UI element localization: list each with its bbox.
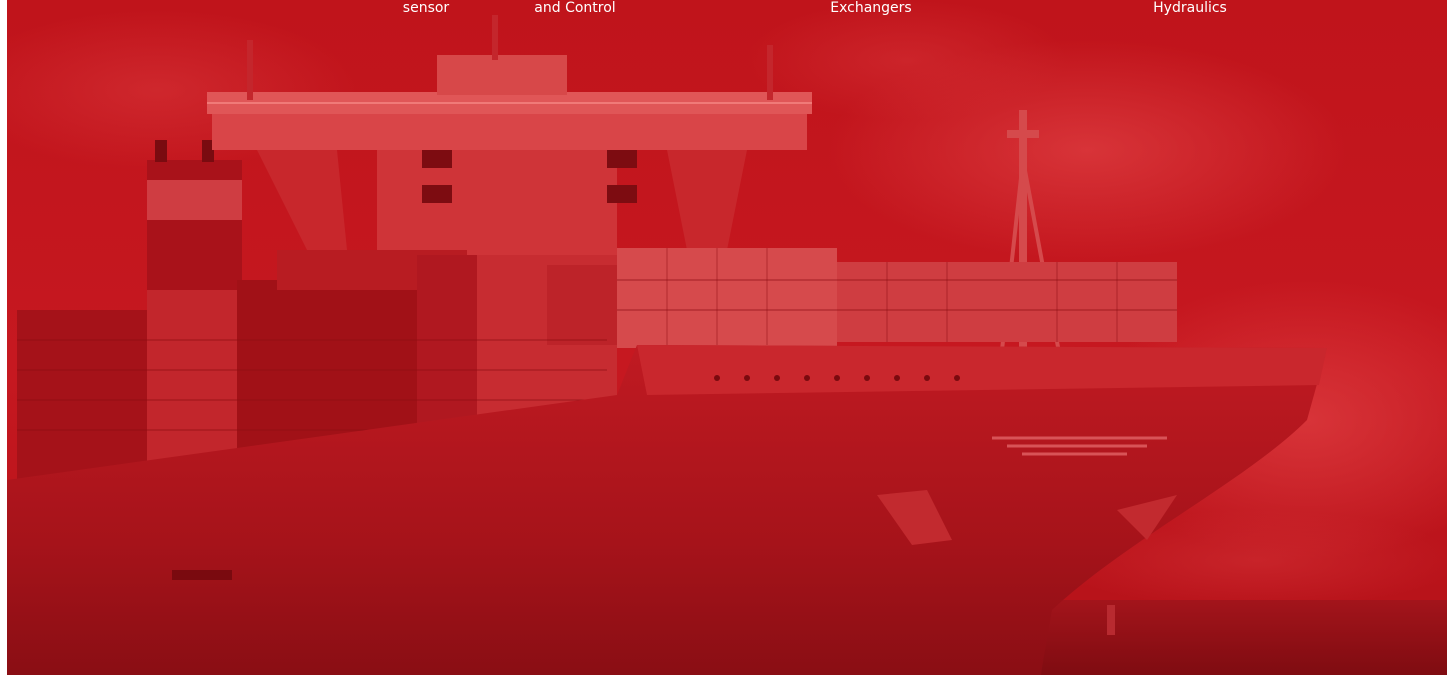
nav-item-control[interactable]: and Control [490,0,660,16]
container-ship-image [7,0,1447,675]
nav-item-label-line2: Hydraulics [1153,0,1227,16]
nav-item-hydraulics[interactable]: Hydraulics [1105,0,1275,16]
nav-item-exchangers[interactable]: Exchangers [786,0,956,16]
hero-banner: sensor and Control Exchangers Hydraulics [7,0,1447,675]
nav-item-label-line2: sensor [402,0,450,16]
nav-item-label-line2: Exchangers [830,0,912,16]
nav-item-label-line2: and Control [534,0,616,16]
nav-item-sensor[interactable]: sensor [341,0,511,16]
category-nav: sensor and Control Exchangers Hydraulics [7,0,1447,40]
